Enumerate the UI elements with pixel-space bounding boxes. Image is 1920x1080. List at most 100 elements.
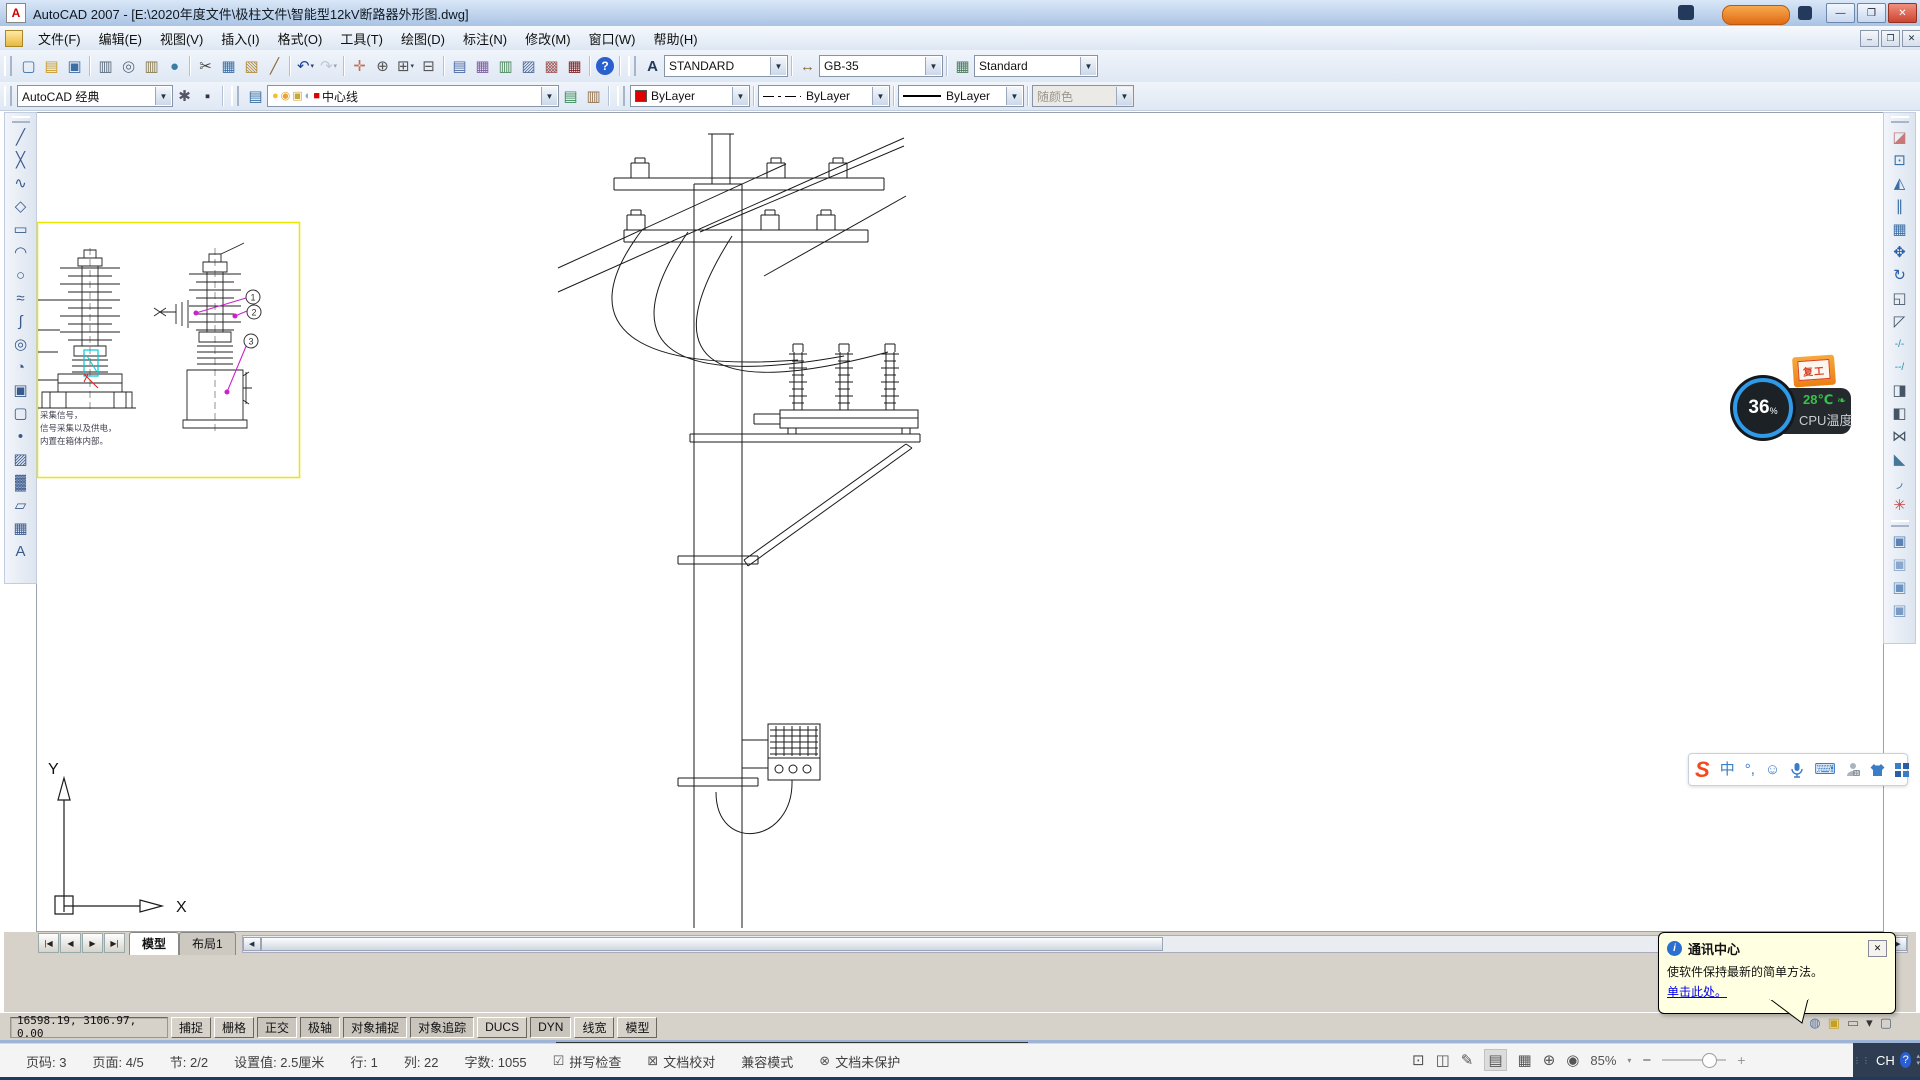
ellipse-arc-icon[interactable]: ◔ [9, 356, 33, 379]
outline-view-icon[interactable]: ▦ [1518, 1051, 1532, 1069]
break-icon[interactable]: ◧ [1888, 402, 1912, 425]
zoom-window-icon[interactable]: ⊞▾ [394, 55, 417, 77]
balloon-link[interactable]: 单击此处。 [1667, 983, 1727, 1000]
display-icon[interactable]: ▭ [1847, 1016, 1859, 1029]
sogou-logo-icon[interactable]: S [1695, 757, 1710, 783]
save-icon[interactable]: ▣ [63, 55, 86, 77]
explode-icon[interactable]: ✳ [1888, 494, 1912, 517]
menu-item-11[interactable]: 帮助(H) [645, 26, 707, 51]
overlay-record-button[interactable] [1722, 5, 1790, 25]
toolbar-grip[interactable] [231, 86, 239, 106]
make-object-layer-current-icon[interactable]: ▤ [559, 85, 582, 107]
tab-布局1[interactable]: 布局1 [179, 932, 236, 955]
mdi-restore-button[interactable]: ❐ [1881, 30, 1900, 47]
chamfer-icon[interactable]: ◣ [1888, 448, 1912, 471]
menu-item-2[interactable]: 编辑(E) [90, 26, 151, 51]
fullscreen-icon[interactable]: ⊡ [1412, 1051, 1425, 1069]
match-properties-icon[interactable]: ╱ [263, 55, 286, 77]
page-view-icon[interactable]: ▤ [1484, 1049, 1506, 1071]
drawing-canvas[interactable] [36, 112, 1884, 932]
wps-item-11[interactable]: ⊗文档未保护 [819, 1052, 900, 1071]
mtext-icon[interactable]: A [9, 540, 33, 563]
help-icon[interactable]: ? [596, 57, 614, 75]
workspace-lock-icon[interactable]: ▪ [196, 85, 219, 107]
cpu-temperature-widget[interactable]: 复工 36% 28℃ ❧ CPU温度 [1733, 356, 1859, 442]
offset-icon[interactable]: ∥ [1888, 195, 1912, 218]
table-style-icon[interactable]: ▦ [951, 55, 974, 77]
eye-protect-icon[interactable]: ◉ [1566, 1051, 1579, 1069]
toggle-DUCS[interactable]: DUCS [477, 1017, 527, 1038]
toolbox-icon[interactable] [1895, 763, 1909, 777]
overlay-tray-icon[interactable] [1798, 6, 1812, 20]
break-at-point-icon[interactable]: ◨ [1888, 379, 1912, 402]
balloon-close-icon[interactable]: ✕ [1868, 940, 1887, 957]
insert-block-icon[interactable]: ▣ [9, 379, 33, 402]
toggle-模型[interactable]: 模型 [617, 1017, 657, 1038]
publish-icon[interactable]: ▥ [140, 55, 163, 77]
chevron-down-icon[interactable]: ▼ [732, 87, 748, 105]
wps-item-7[interactable]: 字数: 1055 [465, 1052, 527, 1071]
clean-screen-icon[interactable]: ▢ [1880, 1016, 1892, 1029]
layer-previous-icon[interactable]: ▥ [582, 85, 605, 107]
lineweight-combo[interactable]: ByLayer ▼ [898, 85, 1024, 107]
region-icon[interactable]: ▱ [9, 494, 33, 517]
wps-item-9[interactable]: ⊠文档校对 [647, 1052, 715, 1071]
revcloud-icon[interactable]: ≈ [9, 287, 33, 310]
make-block-icon[interactable]: ▢ [9, 402, 33, 425]
fillet-icon[interactable]: ◞ [1888, 471, 1912, 494]
chevron-down-icon[interactable]: ▼ [872, 87, 888, 105]
construction-line-icon[interactable]: ╳ [9, 149, 33, 172]
menu-item-7[interactable]: 绘图(D) [392, 26, 454, 51]
tray-menu-arrow-icon[interactable]: ▾ [1866, 1016, 1873, 1029]
zoom-slider[interactable] [1662, 1059, 1726, 1061]
language-indicator[interactable]: CH [1876, 1053, 1895, 1068]
toolbar-grip[interactable] [12, 116, 30, 123]
circle-icon[interactable]: ○ [9, 264, 33, 287]
plot-icon[interactable]: ▥ [94, 55, 117, 77]
sheet-set-manager-icon[interactable]: ▨ [517, 55, 540, 77]
zoom-realtime-icon[interactable]: ⊕ [371, 55, 394, 77]
tab-nav-4[interactable]: ▶| [104, 933, 125, 953]
3d-dwf-icon[interactable]: ● [163, 55, 186, 77]
bring-to-front-icon[interactable]: ▣ [1888, 530, 1912, 553]
menu-item-8[interactable]: 标注(N) [454, 26, 516, 51]
bulb-icon[interactable]: ● [272, 91, 279, 102]
paste-icon[interactable]: ▧ [240, 55, 263, 77]
zoom-menu-arrow-icon[interactable]: ▾ [1627, 1056, 1631, 1065]
maximize-button[interactable]: ❐ [1857, 3, 1886, 23]
move-icon[interactable]: ✥ [1888, 241, 1912, 264]
wps-item-8[interactable]: ☑拼写检查 [553, 1052, 622, 1071]
polygon-icon[interactable]: ◇ [9, 195, 33, 218]
chevron-down-icon[interactable]: ▼ [155, 87, 171, 105]
line-icon[interactable]: ╱ [9, 126, 33, 149]
plot-state-icon[interactable]: ◐ [305, 91, 312, 102]
zoom-out-icon[interactable]: − [1642, 1052, 1651, 1069]
arc-icon[interactable]: ◠ [9, 241, 33, 264]
stretch-icon[interactable]: ◸ [1888, 310, 1912, 333]
point-icon[interactable]: • [9, 425, 33, 448]
undo-icon[interactable]: ↶▾ [294, 55, 317, 77]
toggle-对象捕捉[interactable]: 对象捕捉 [343, 1017, 407, 1038]
tab-模型[interactable]: 模型 [129, 932, 179, 955]
zoom-previous-icon[interactable]: ⊟ [417, 55, 440, 77]
redo-icon[interactable]: ↷▾ [317, 55, 340, 77]
join-icon[interactable]: ⋈ [1888, 425, 1912, 448]
dim-style-combo[interactable]: GB-35 ▼ [819, 55, 943, 77]
chevron-down-icon[interactable]: ▼ [770, 57, 786, 75]
tool-palettes-icon[interactable]: ▥ [494, 55, 517, 77]
toolbar-grip[interactable] [628, 56, 636, 76]
chevron-down-icon[interactable]: ▼ [925, 57, 941, 75]
mic-icon[interactable] [1790, 762, 1804, 778]
designcenter-icon[interactable]: ▦ [471, 55, 494, 77]
toggle-线宽[interactable]: 线宽 [574, 1017, 614, 1038]
gradient-icon[interactable]: ▓ [9, 471, 33, 494]
mdi-minimize-button[interactable]: ‒ [1860, 30, 1879, 47]
toolbar-grip[interactable] [617, 86, 625, 106]
langbar-grip[interactable]: ⋮⋮ [1853, 1056, 1871, 1065]
menu-item-5[interactable]: 格式(O) [269, 26, 332, 51]
erase-icon[interactable]: ◪ [1888, 126, 1912, 149]
keyboard-icon[interactable]: ⌨ [1814, 762, 1836, 777]
copy-icon[interactable]: ▦ [217, 55, 240, 77]
toolbar-grip[interactable] [1891, 116, 1909, 123]
langbar-arrows[interactable]: ▴▾ [1916, 1053, 1920, 1067]
